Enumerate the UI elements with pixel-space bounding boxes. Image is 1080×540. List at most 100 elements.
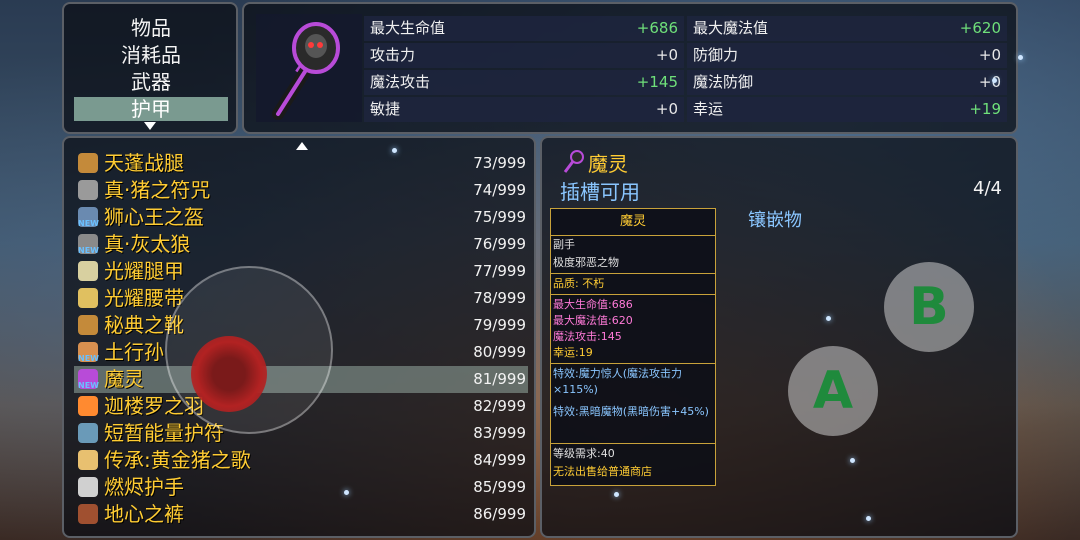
item-name: 真·灰太狼 <box>104 232 191 256</box>
scroll-icon <box>78 450 98 470</box>
tooltip-luck: 幸运:19 <box>553 346 593 359</box>
gauntlet-icon <box>78 477 98 497</box>
item-count: 80/999 <box>473 343 526 361</box>
tooltip-quality: 品质: 不朽 <box>553 277 605 290</box>
chevron-down-icon[interactable] <box>144 122 156 130</box>
stat-value: +686 <box>636 19 678 37</box>
item-name: 地心之裤 <box>104 502 184 526</box>
item-count: 86/999 <box>473 505 526 523</box>
stat-defense: 防御力 +0 <box>687 43 1007 68</box>
stat-label: 敏捷 <box>370 100 401 118</box>
stat-value: +19 <box>969 100 1001 118</box>
b-button[interactable]: B <box>884 262 974 352</box>
tooltip-sell-note: 无法出售给普通商店 <box>553 465 652 478</box>
item-count: 74/999 <box>473 181 526 199</box>
a-button[interactable]: A <box>788 346 878 436</box>
scepter-icon <box>563 150 584 173</box>
item-name: 短暂能量护符 <box>104 421 224 445</box>
selected-item-icon-box <box>256 14 362 122</box>
item-stats-panel: 最大生命值 +686 最大魔法值 +620 攻击力 +0 防御力 +0 魔法攻击… <box>242 2 1018 134</box>
category-items[interactable]: 物品 <box>74 16 228 40</box>
stat-max-mp: 最大魔法值 +620 <box>687 16 1007 41</box>
boots-icon <box>78 153 98 173</box>
item-name: 魔灵 <box>104 367 144 391</box>
detail-title: 魔灵 <box>588 152 628 176</box>
stat-max-hp: 最大生命值 +686 <box>364 16 684 41</box>
sparkle <box>1018 55 1023 60</box>
dark-scepter-icon <box>272 22 340 120</box>
list-item[interactable]: 短暂能量护符 83/999 <box>74 420 528 447</box>
list-item[interactable]: 地心之裤 86/999 <box>74 501 528 528</box>
tooltip-level-requirement: 等级需求:40 <box>553 447 615 460</box>
stat-attack: 攻击力 +0 <box>364 43 684 68</box>
joystick-knob[interactable] <box>191 336 267 412</box>
pants-icon <box>78 504 98 524</box>
tooltip-effect-1: 特效:魔力惊人(魔法攻击力×115%) <box>553 367 682 396</box>
item-name: 光耀腰带 <box>104 286 184 310</box>
list-item[interactable]: 天蓬战腿 73/999 <box>74 150 528 177</box>
stat-label: 防御力 <box>693 46 739 64</box>
inlay-label[interactable]: 镶嵌物 <box>748 206 802 232</box>
boots-icon <box>78 315 98 335</box>
list-item[interactable]: NEW 狮心王之盔 75/999 <box>74 204 528 231</box>
sparkle <box>344 490 349 495</box>
charm-icon <box>78 180 98 200</box>
new-badge: NEW <box>78 246 99 255</box>
sparkle <box>992 78 997 83</box>
tooltip-max-hp: 最大生命值:686 <box>553 298 633 311</box>
stat-label: 最大魔法值 <box>693 19 769 37</box>
feather-icon <box>78 396 98 416</box>
item-name: 燃烬护手 <box>104 475 184 499</box>
slot-count: 4/4 <box>973 178 1002 199</box>
item-count: 83/999 <box>473 424 526 442</box>
item-count: 77/999 <box>473 262 526 280</box>
item-count: 82/999 <box>473 397 526 415</box>
sparkle <box>826 316 831 321</box>
tooltip-effect-2: 特效:黑暗魔物(黑暗伤害+45%) <box>553 405 709 418</box>
item-name: 狮心王之盔 <box>104 205 204 229</box>
stat-magic-attack: 魔法攻击 +145 <box>364 70 684 95</box>
stat-value: +620 <box>959 19 1001 37</box>
stat-label: 幸运 <box>693 100 724 118</box>
stat-value: +145 <box>636 73 678 91</box>
item-count: 81/999 <box>473 370 526 388</box>
list-item[interactable]: 光耀腿甲 77/999 <box>74 258 528 285</box>
stat-luck: 幸运 +19 <box>687 97 1007 122</box>
tooltip-max-mp: 最大魔法值:620 <box>553 314 633 327</box>
belt-icon <box>78 288 98 308</box>
item-name: 传承:黄金猪之歌 <box>104 448 251 472</box>
item-count: 73/999 <box>473 154 526 172</box>
item-name: 光耀腿甲 <box>104 259 184 283</box>
list-item[interactable]: 真·猪之符咒 74/999 <box>74 177 528 204</box>
sparkle <box>614 492 619 497</box>
list-item[interactable]: NEW 真·灰太狼 76/999 <box>74 231 528 258</box>
stat-value: +0 <box>978 46 1001 64</box>
item-count: 84/999 <box>473 451 526 469</box>
leg-armor-icon <box>78 261 98 281</box>
category-menu: 物品 消耗品 武器 护甲 <box>62 2 238 134</box>
sparkle <box>866 516 871 521</box>
tooltip-description: 极度邪恶之物 <box>553 256 619 269</box>
slot-available-label: 插槽可用 <box>560 180 640 204</box>
tooltip-type: 副手 <box>553 238 575 251</box>
new-badge: NEW <box>78 219 99 228</box>
category-armor[interactable]: 护甲 <box>74 97 228 121</box>
scroll-up-arrow-icon[interactable] <box>296 142 308 150</box>
item-count: 79/999 <box>473 316 526 334</box>
tooltip-divider <box>551 443 715 444</box>
sparkle <box>392 148 397 153</box>
stat-label: 魔法防御 <box>693 73 754 91</box>
category-weapons[interactable]: 武器 <box>74 70 228 94</box>
tooltip-divider <box>551 273 715 274</box>
tooltip-divider <box>551 294 715 295</box>
stat-value: +0 <box>978 73 1001 91</box>
stat-magic-defense: 魔法防御 +0 <box>687 70 1007 95</box>
tooltip-item-name: 魔灵 <box>551 209 715 236</box>
category-consumables[interactable]: 消耗品 <box>74 43 228 67</box>
stat-value: +0 <box>655 46 678 64</box>
tooltip-divider <box>551 363 715 364</box>
list-item[interactable]: 燃烬护手 85/999 <box>74 474 528 501</box>
list-item[interactable]: 传承:黄金猪之歌 84/999 <box>74 447 528 474</box>
new-badge: NEW <box>78 354 99 363</box>
amulet-icon <box>78 423 98 443</box>
